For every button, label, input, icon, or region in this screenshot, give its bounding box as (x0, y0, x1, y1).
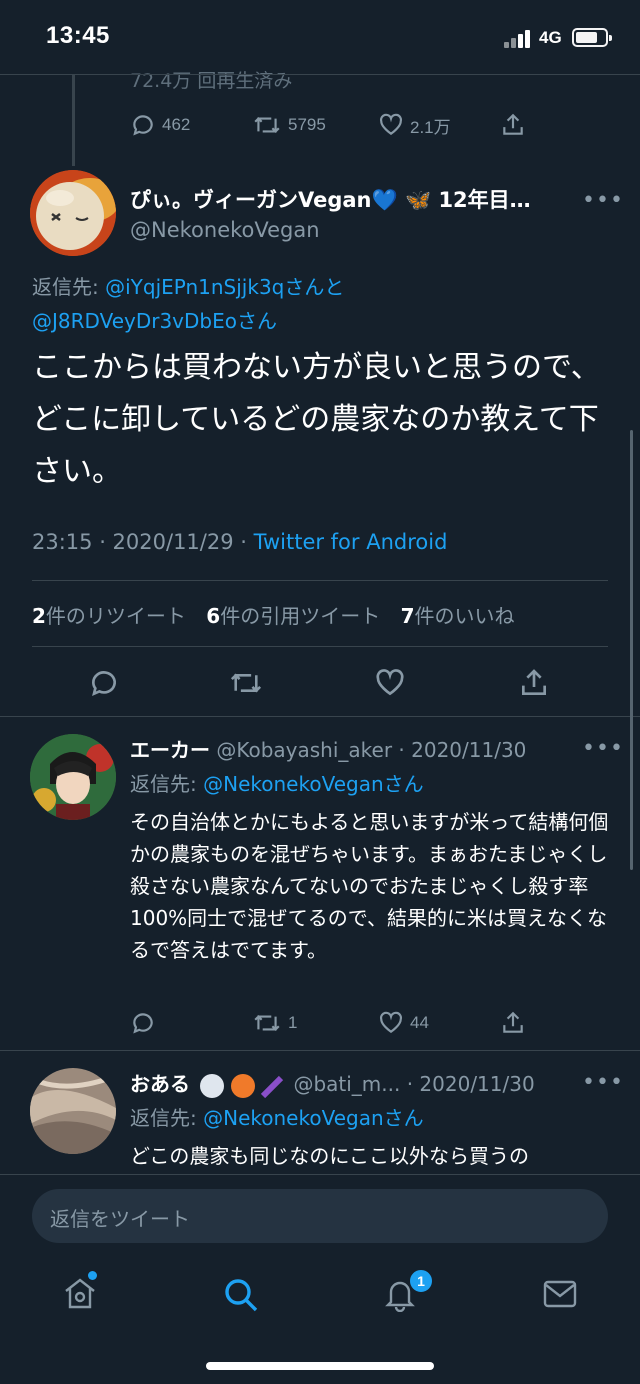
divider (32, 580, 608, 581)
share-icon (522, 669, 546, 695)
home-indicator[interactable] (206, 1362, 434, 1370)
umbrella-emoji-icon (260, 1074, 287, 1098)
home-icon (65, 1278, 95, 1309)
search-icon (225, 1279, 258, 1312)
thread-line (72, 75, 75, 166)
nav-search[interactable] (222, 1276, 260, 1318)
reply-icon (91, 671, 116, 696)
reply-input-placeholder: 返信をツイート (50, 1207, 190, 1231)
retweet-count: 5795 (288, 115, 326, 134)
handle-date[interactable]: @Kobayashi_aker · 2020/11/30 (210, 738, 526, 762)
reply-button[interactable] (88, 667, 120, 699)
retweets-stat[interactable]: 2件のリツイート (32, 604, 200, 628)
retweet-icon (254, 1015, 280, 1031)
emoji-icon (200, 1073, 225, 1098)
reply-header: エーカー @Kobayashi_aker · 2020/11/30 (130, 734, 526, 763)
heart-icon (380, 1011, 402, 1033)
emoji-icon (230, 1073, 255, 1098)
divider (0, 1050, 640, 1051)
avatar[interactable] (30, 1068, 116, 1154)
avatar-image (30, 734, 116, 820)
share-icon (503, 113, 523, 135)
display-name[interactable]: エーカー (130, 738, 210, 762)
reply-to-link[interactable]: @NekonekoVeganさん (203, 772, 424, 796)
nav-messages[interactable] (542, 1278, 578, 1314)
handle-date[interactable]: @bati_m... · 2020/11/30 (293, 1072, 534, 1096)
view-count: 72.4万 回再生済み (130, 70, 293, 92)
reply-action[interactable] (130, 1010, 162, 1036)
more-options-icon[interactable]: ••• (582, 1070, 624, 1095)
battery-icon (572, 28, 612, 47)
engagement-stats: 2件のリツイート 6件の引用ツイート 7件のいいね (32, 600, 528, 629)
retweet-icon (230, 673, 262, 693)
reply-to: 返信先: @NekonekoVeganさん (130, 1106, 424, 1130)
like-action[interactable]: 2.1万 (378, 112, 451, 138)
reply-count: 462 (162, 115, 191, 134)
retweet-count: 1 (288, 1013, 298, 1032)
display-name[interactable]: ぴぃ。ヴィーガンVegan💙 🦋 12年目… (130, 184, 531, 214)
display-name[interactable]: おある (130, 1072, 190, 1096)
retweet-icon (254, 117, 280, 133)
divider (0, 716, 640, 717)
home-unread-dot (88, 1271, 97, 1280)
avatar-image (30, 1068, 116, 1154)
notification-badge: 1 (408, 1268, 434, 1294)
quotes-stat[interactable]: 6件の引用ツイート (206, 604, 394, 628)
retweet-action[interactable]: 5795 (252, 112, 326, 138)
reply-header: おある @bati_m... · 2020/11/30 (130, 1068, 535, 1098)
nav-home[interactable] (62, 1276, 98, 1314)
scrollbar[interactable] (630, 430, 633, 870)
tweet-source[interactable]: Twitter for Android (254, 530, 448, 554)
like-button[interactable] (374, 667, 406, 699)
reply-to: 返信先: @iYqjEPn1nSjjk3qさんと @J8RDVeyDr3vDbE… (32, 275, 345, 333)
cellular-signal-icon (504, 30, 532, 48)
share-icon (503, 1011, 523, 1033)
network-type: 4G (539, 28, 562, 47)
like-count: 44 (410, 1013, 429, 1032)
reply-action[interactable]: 462 (130, 112, 190, 138)
reply-icon (133, 115, 153, 136)
mail-icon (543, 1280, 577, 1308)
share-action[interactable] (500, 1010, 526, 1036)
reply-icon (133, 1013, 153, 1034)
retweet-button[interactable] (228, 667, 264, 699)
share-button[interactable] (518, 667, 550, 699)
heart-icon (380, 113, 402, 135)
reply-to-link[interactable]: @iYqjEPn1nSjjk3qさんと (105, 275, 344, 299)
avatar-image (30, 170, 116, 256)
tweet-text: その自治体とかにもよると思いますが米って結構何個かの農家ものを混ぜちゃいます。ま… (130, 810, 609, 962)
likes-stat[interactable]: 7件のいいね (401, 604, 529, 628)
more-options-icon[interactable]: ••• (582, 736, 624, 761)
tweet-text: どこの農家も同じなのにここ以外なら買うの (130, 1144, 529, 1168)
avatar[interactable] (30, 170, 116, 256)
tweet-meta: 23:15 · 2020/11/29 · Twitter for Android (32, 530, 447, 554)
share-action[interactable] (500, 112, 526, 138)
reply-to-link[interactable]: @NekonekoVeganさん (203, 1106, 424, 1130)
user-handle[interactable]: @NekonekoVegan (130, 218, 320, 242)
reply-to: 返信先: @NekonekoVeganさん (130, 772, 424, 796)
reply-to-link[interactable]: @J8RDVeyDr3vDbEoさん (32, 309, 277, 333)
tweet-text: ここからは買わない方が良いと思うので、どこに卸しているどの農家なのか教えて下さい… (32, 350, 601, 489)
like-action[interactable]: 44 (378, 1010, 429, 1036)
heart-icon (376, 669, 404, 696)
more-options-icon[interactable]: ••• (582, 188, 624, 213)
divider (32, 646, 608, 647)
butterfly-emoji: 🦋 (404, 188, 432, 212)
retweet-action[interactable]: 1 (252, 1010, 297, 1036)
avatar[interactable] (30, 734, 116, 820)
tweet-timestamp: 23:15 · 2020/11/29 · (32, 530, 254, 554)
status-time: 13:45 (46, 22, 110, 49)
like-count: 2.1万 (410, 117, 451, 137)
blue-heart-emoji: 💙 (371, 188, 398, 212)
header-divider (0, 74, 640, 75)
